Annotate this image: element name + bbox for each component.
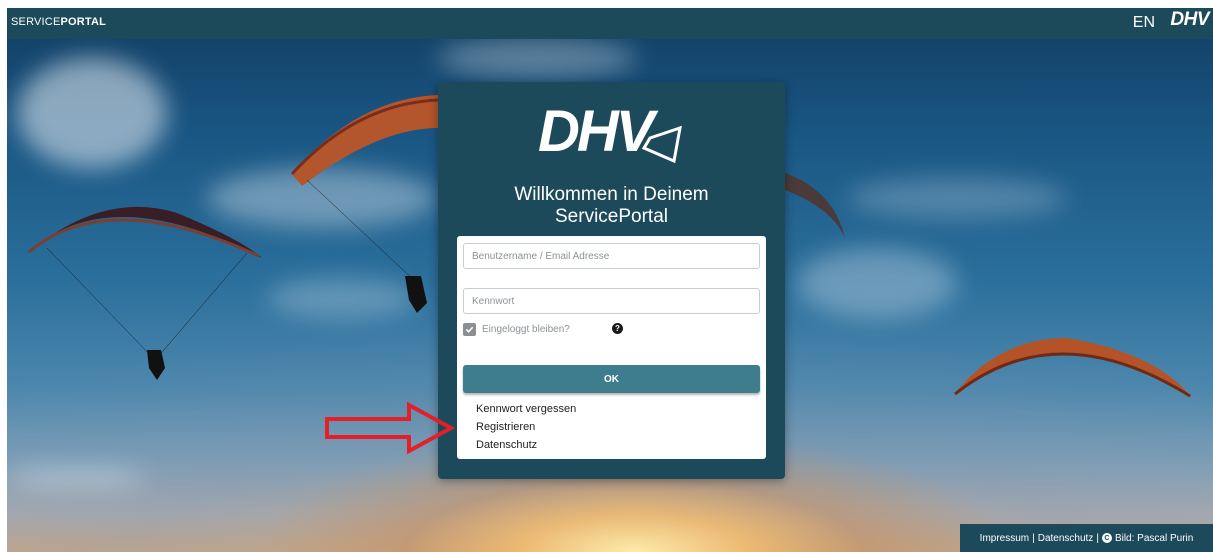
red-arrow-annotation: [325, 402, 456, 454]
service-portal-brand[interactable]: SERVICEPORTAL: [11, 16, 106, 28]
impressum-link[interactable]: Impressum: [980, 533, 1029, 544]
remember-label: Eingeloggt bleiben?: [482, 323, 570, 335]
footer-bar: Impressum | Datenschutz | C Bild: Pascal…: [960, 524, 1213, 552]
login-panel: DHV Willkommen in Deinem ServicePortal E…: [438, 82, 785, 479]
remember-checkbox[interactable]: [463, 322, 476, 336]
username-input[interactable]: [463, 243, 760, 269]
password-input[interactable]: [463, 288, 760, 314]
forgot-password-link[interactable]: Kennwort vergessen: [476, 400, 576, 418]
top-bar: SERVICEPORTAL EN DHV: [7, 8, 1213, 39]
ok-button[interactable]: OK: [463, 365, 760, 393]
register-link[interactable]: Registrieren: [476, 418, 576, 436]
welcome-heading: Willkommen in Deinem ServicePortal: [514, 184, 709, 227]
check-icon: [465, 326, 474, 333]
cc-icon: C: [1101, 533, 1112, 543]
photo-credit: Bild: Pascal Purin: [1114, 532, 1194, 544]
help-icon[interactable]: ?: [612, 323, 623, 334]
dhv-logo: DHV: [538, 99, 682, 164]
footer-privacy-link[interactable]: Datenschutz: [1038, 533, 1094, 544]
language-switch-en[interactable]: EN: [1133, 14, 1155, 32]
page-frame: SERVICEPORTAL EN DHV DHV Willkommen in D…: [7, 8, 1213, 552]
login-form: Eingeloggt bleiben? ? OK Kennwort verges…: [457, 236, 766, 459]
dhv-logo-small[interactable]: DHV: [1170, 9, 1209, 31]
svg-text:DHV: DHV: [538, 99, 659, 164]
privacy-link[interactable]: Datenschutz: [476, 436, 576, 454]
auth-links: Kennwort vergessen Registrieren Datensch…: [476, 400, 576, 454]
remember-me-row[interactable]: Eingeloggt bleiben?: [463, 322, 570, 336]
